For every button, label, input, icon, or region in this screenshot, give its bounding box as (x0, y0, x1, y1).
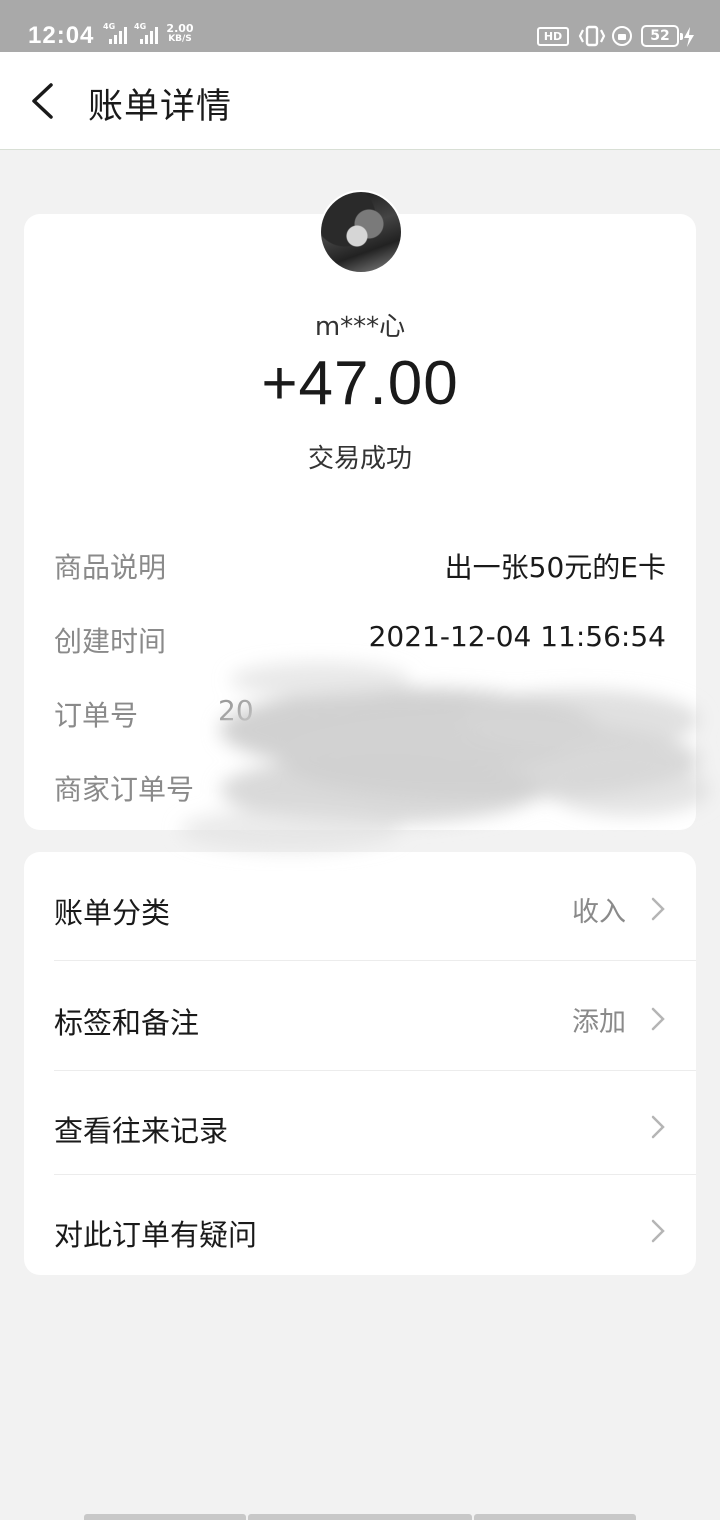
chevron-right-icon (651, 1115, 665, 1139)
detail-row-description: 商品说明 出一张50元的E卡 (54, 546, 666, 586)
network-type-1: 4G (103, 22, 116, 31)
counterparty-name: m***心 (314, 312, 406, 342)
avatar-image (321, 192, 401, 272)
transaction-card: m***心 +47.00 交易成功 商品说明 出一张50元的E卡 创建时间 20… (24, 190, 696, 830)
network-type-2: 4G (134, 22, 147, 31)
status-time: 12:04 (28, 22, 95, 49)
charging-icon (684, 27, 694, 47)
nav-hint-bar (474, 1514, 636, 1520)
chevron-right-icon (651, 1007, 665, 1031)
battery-icon: 52 (641, 25, 683, 47)
transaction-amount: +47.00 (261, 349, 459, 418)
detail-row-created-time: 创建时间 2021-12-04 11:56:54 (54, 620, 666, 660)
detail-row-merchant-order-number: 商家订单号 (54, 768, 666, 808)
back-arrow-icon[interactable] (24, 79, 64, 123)
menu-item-value: 收入 (572, 897, 626, 928)
divider (54, 1070, 696, 1071)
detail-value: 2021-12-04 11:56:54 (368, 620, 666, 653)
divider (54, 1174, 696, 1175)
menu-item-tags-notes[interactable]: 标签和备注 添加 (54, 964, 696, 1068)
detail-label: 商品说明 (54, 551, 167, 584)
detail-value: 20 (218, 694, 254, 727)
nav-hint-bar (84, 1514, 246, 1520)
menu-item-value: 添加 (572, 1007, 626, 1038)
network-speed-value: 2.00 (166, 22, 194, 35)
detail-row-order-number: 订单号 20 (54, 694, 666, 734)
menu-item-label: 账单分类 (54, 896, 171, 930)
network-speed: 2.00 KB/S (163, 23, 197, 45)
avatar[interactable] (319, 190, 403, 274)
menu-item-label: 标签和备注 (54, 1006, 200, 1040)
menu-item-label: 对此订单有疑问 (54, 1218, 258, 1252)
signal-strength-2-icon: 4G (134, 22, 158, 44)
status-bar: 12:04 4G 4G 2.00 KB/S HD 52 (0, 0, 720, 52)
detail-label: 商家订单号 (54, 773, 195, 806)
chevron-right-icon (651, 1219, 665, 1243)
page-title: 账单详情 (88, 87, 233, 127)
detail-label: 创建时间 (54, 625, 167, 658)
detail-value: 出一张50元的E卡 (444, 551, 666, 584)
detail-label: 订单号 (54, 699, 139, 732)
chevron-right-icon (651, 897, 665, 921)
vibrate-icon (578, 25, 606, 47)
hd-voice-icon: HD (537, 27, 569, 46)
nav-hint-bar (248, 1514, 472, 1520)
divider (54, 960, 696, 961)
menu-item-order-question[interactable]: 对此订单有疑问 (54, 1176, 696, 1280)
menu-item-bill-category[interactable]: 账单分类 收入 (54, 854, 696, 958)
signal-strength-icon: 4G (103, 22, 127, 44)
options-card: 账单分类 收入 标签和备注 添加 查看往来记录 对此订单有疑问 (24, 852, 696, 1275)
network-speed-unit: KB/S (168, 34, 192, 44)
transaction-status: 交易成功 (307, 444, 412, 474)
menu-item-transaction-history[interactable]: 查看往来记录 (54, 1072, 696, 1176)
menu-item-label: 查看往来记录 (54, 1114, 229, 1148)
header: 账单详情 (0, 52, 720, 150)
rotation-lock-icon (612, 26, 632, 46)
